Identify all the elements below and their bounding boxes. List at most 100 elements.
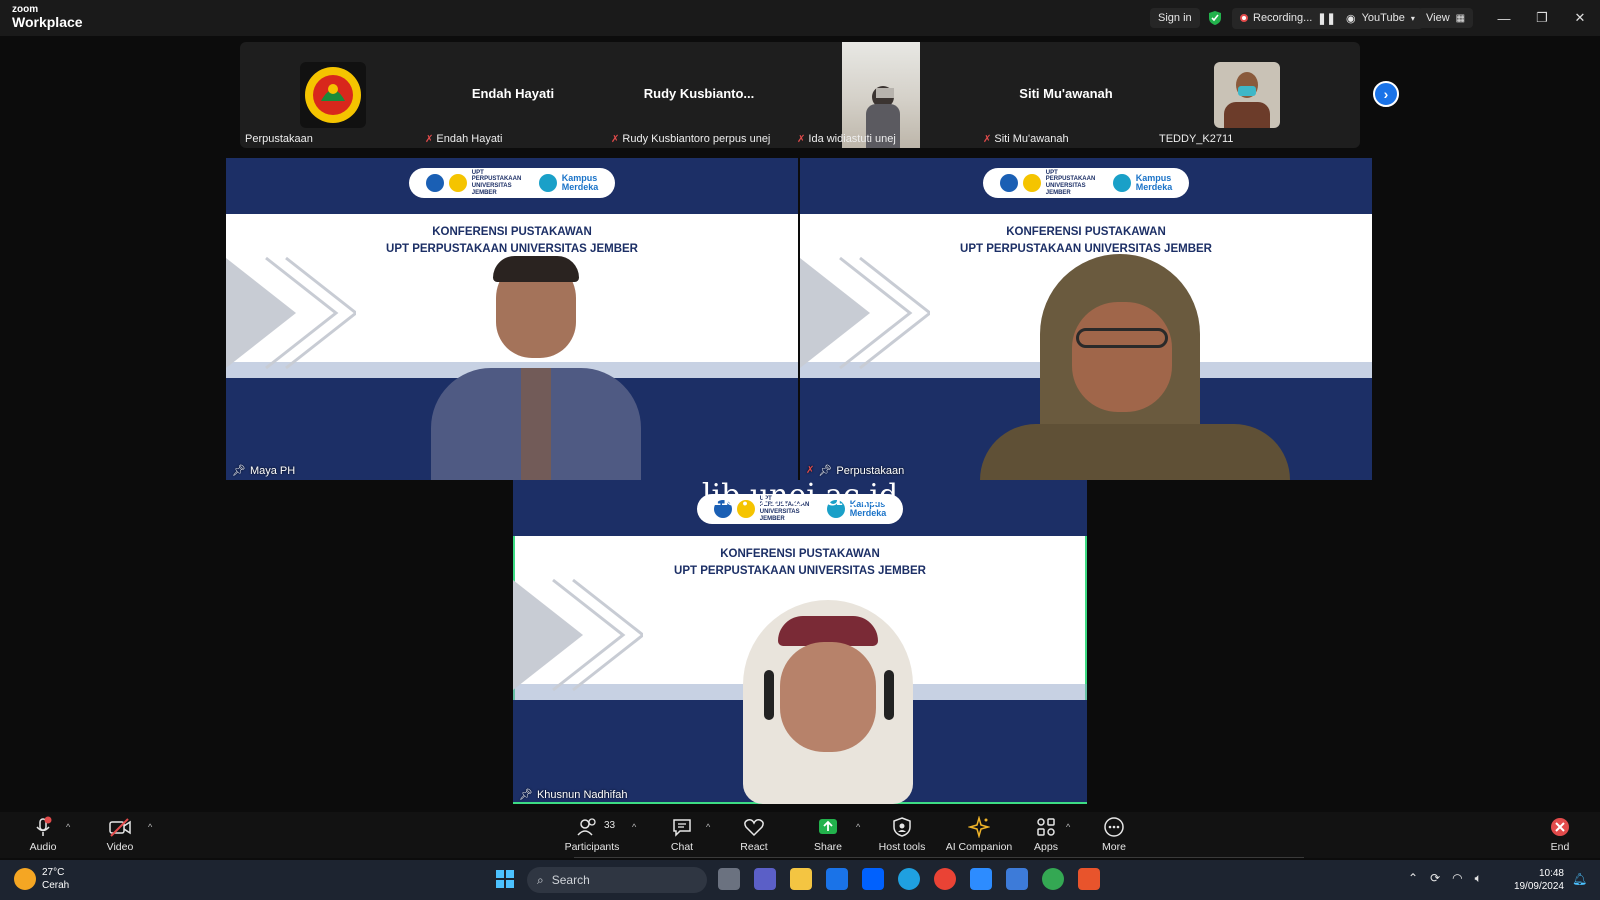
participant-display-name: Rudy Kusbianto... xyxy=(643,86,755,101)
pause-recording-icon[interactable]: ❚❚ xyxy=(1317,12,1335,25)
participant-name: Ida widiastuti unej xyxy=(808,133,896,145)
video-options-caret-icon[interactable]: ^ xyxy=(148,822,152,832)
clock-time: 10:48 xyxy=(1538,868,1564,879)
end-icon xyxy=(1551,818,1569,836)
end-meeting-button[interactable]: End xyxy=(1520,816,1600,853)
more-icon xyxy=(1104,817,1124,837)
participant-tile[interactable]: Endah Hayati ✗ Endah Hayati xyxy=(420,42,606,148)
merdeka-text: Merdeka xyxy=(561,182,599,192)
start-windows-icon[interactable] xyxy=(496,870,514,888)
host-tools-button[interactable]: Host tools xyxy=(862,816,942,853)
chevron-right-icon: › xyxy=(1383,86,1389,102)
participant-filmstrip: Perpustakaan Endah Hayati ✗ Endah Hayati … xyxy=(240,42,1360,148)
unej-logo-icon xyxy=(448,174,467,192)
participants-options-caret-icon[interactable]: ^ xyxy=(632,822,636,832)
meeting-toolbar: Audio ^ Video ^ Participants 33 ^ Chat ^… xyxy=(0,812,1600,858)
participant-display-name: Siti Mu'awanah xyxy=(1019,86,1113,101)
ai-companion-label: AI Companion xyxy=(945,841,1013,853)
audio-options-caret-icon[interactable]: ^ xyxy=(66,822,70,832)
participant-tile[interactable]: TEDDY_K2711 xyxy=(1154,42,1360,148)
zoom-app-icon[interactable] xyxy=(970,868,992,890)
restore-icon[interactable]: ❐ xyxy=(1532,8,1552,28)
share-screen-icon xyxy=(819,819,837,834)
microphone-icon xyxy=(36,816,52,836)
app-icon[interactable] xyxy=(1006,868,1028,890)
video-tile-maya-ph[interactable]: UPT PERPUSTAKAAN UNIVERSITAS JEMBER Kamp… xyxy=(226,158,798,480)
mic-muted-icon: ✗ xyxy=(611,133,620,145)
mic-muted-icon: ✗ xyxy=(425,133,434,145)
title-bar: zoom Workplace Sign in Recording... ❚❚ ◉… xyxy=(0,0,1600,36)
chevron-down-icon: ▾ xyxy=(1410,13,1415,23)
pin-icon: 📌︎ xyxy=(232,465,246,477)
participant-video-person xyxy=(960,254,1310,480)
heart-icon xyxy=(744,819,764,837)
more-label: More xyxy=(1102,841,1126,853)
participant-tile[interactable]: Rudy Kusbianto... ✗ Rudy Kusbiantoro perp… xyxy=(606,42,792,148)
teams-icon[interactable] xyxy=(754,868,776,890)
grid-view-icon: ▦ xyxy=(1455,12,1466,24)
share-options-caret-icon[interactable]: ^ xyxy=(856,822,860,832)
sparkle-icon xyxy=(968,816,990,838)
participants-label: Participants xyxy=(564,841,620,853)
kemdikbud-logo-icon xyxy=(425,174,444,192)
zoom-workplace-logo: zoom Workplace xyxy=(12,5,83,30)
video-tile-perpustakaan[interactable]: UPT PERPUSTAKAAN UNIVERSITAS JEMBER Kamp… xyxy=(800,158,1372,480)
recording-label: Recording... xyxy=(1253,12,1313,24)
mic-muted-icon: ✗ xyxy=(806,465,815,476)
close-icon[interactable]: ✕ xyxy=(1570,8,1590,28)
apps-options-caret-icon[interactable]: ^ xyxy=(1066,822,1070,832)
wps-office-icon[interactable] xyxy=(1078,868,1100,890)
more-button[interactable]: More xyxy=(1074,816,1154,853)
participant-name: Rudy Kusbiantoro perpus unej xyxy=(622,133,771,145)
clock-date: 19/09/2024 xyxy=(1513,881,1564,892)
slide-title: KONFERENSI PUSTAKAWAN xyxy=(720,548,880,560)
unej-logo-icon xyxy=(1022,174,1041,192)
chrome-profile-icon[interactable] xyxy=(1042,868,1064,890)
chat-label: Chat xyxy=(670,841,694,853)
notification-bell-icon[interactable]: 🔔︎ xyxy=(1572,872,1587,886)
filmstrip-next-button[interactable]: › xyxy=(1373,81,1399,107)
view-button[interactable]: View ▦ xyxy=(1418,8,1474,28)
react-button[interactable]: React xyxy=(714,816,794,853)
participant-video-person xyxy=(738,600,918,804)
broadcast-icon: ◉ xyxy=(1346,12,1356,25)
taskbar-clock[interactable]: 10:48 19/09/2024 xyxy=(1506,867,1564,893)
wifi-icon[interactable]: ◠ xyxy=(1452,871,1462,886)
chat-options-caret-icon[interactable]: ^ xyxy=(706,822,710,832)
edge-browser-icon[interactable] xyxy=(898,868,920,890)
task-view-icon[interactable] xyxy=(718,868,740,890)
weather-widget[interactable]: 27°C Cerah xyxy=(14,866,69,892)
taskbar-search-input[interactable]: ⌕ Search xyxy=(527,867,707,893)
slide-logo-text: UPT PERPUSTAKAAN UNIVERSITAS JEMBER xyxy=(471,169,522,196)
slide-logo-text: UPT PERPUSTAKAAN UNIVERSITAS JEMBER xyxy=(1045,169,1096,196)
sync-icon[interactable]: ⟳ xyxy=(1430,871,1440,886)
volume-icon[interactable]: 🔈︎ xyxy=(1475,871,1482,886)
view-label: View xyxy=(1426,12,1450,24)
website-watermark: lib.unej.ac.id xyxy=(701,480,899,513)
minimize-icon[interactable]: — xyxy=(1494,8,1514,28)
file-explorer-icon[interactable] xyxy=(790,868,812,890)
participant-display-name: Endah Hayati xyxy=(471,86,555,101)
participants-icon xyxy=(577,818,596,836)
chrome-browser-icon[interactable] xyxy=(934,868,956,890)
mail-icon[interactable] xyxy=(826,868,848,890)
participant-name: Perpustakaan xyxy=(836,464,905,477)
mic-muted-icon: ✗ xyxy=(797,133,806,145)
pin-icon: 📌︎ xyxy=(818,465,833,477)
livestream-youtube-button[interactable]: ◉ YouTube ▾ xyxy=(1338,7,1423,29)
video-tile-khusnun-nadhifah[interactable]: UPT PERPUSTAKAAN UNIVERSITAS JEMBER Kamp… xyxy=(513,480,1087,804)
participant-tile[interactable]: Siti Mu'awanah ✗ Siti Mu'awanah xyxy=(978,42,1154,148)
audio-button[interactable]: Audio xyxy=(3,816,83,853)
participant-tile[interactable]: Perpustakaan xyxy=(240,42,420,148)
participant-tile[interactable]: ✗ Ida widiastuti unej xyxy=(792,42,978,148)
participants-button[interactable]: Participants xyxy=(552,816,632,853)
sign-in-button[interactable]: Sign in xyxy=(1150,8,1200,28)
dropbox-icon[interactable] xyxy=(862,868,884,890)
react-label: React xyxy=(740,841,768,853)
recording-dot-icon xyxy=(1240,14,1248,22)
weather-description: Cerah xyxy=(42,880,70,891)
tray-chevron-up-icon[interactable]: ⌃ xyxy=(1408,871,1418,886)
security-shield-icon[interactable] xyxy=(1208,10,1222,26)
zoom-window: zoom Workplace Sign in Recording... ❚❚ ◉… xyxy=(0,0,1600,900)
weather-sun-icon xyxy=(14,868,36,890)
